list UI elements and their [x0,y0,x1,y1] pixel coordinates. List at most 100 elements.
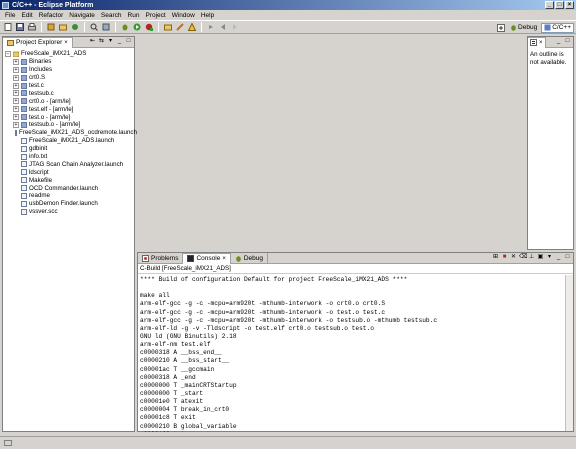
debug-perspective-button[interactable]: Debug [508,23,539,33]
tree-item[interactable]: JTAG Scan Chain Analyzer.launch [5,160,134,168]
tree-item-label: vssver.scc [29,208,58,216]
menu-window[interactable]: Window [169,12,198,19]
pencil-icon[interactable] [175,22,185,32]
tab-debug[interactable]: Debug [231,252,268,264]
tree-item[interactable]: info.txt [5,153,134,161]
tree-item[interactable]: readme [5,192,134,200]
file-icon [21,169,27,176]
tree-item[interactable]: OCD Commander.launch [5,184,134,192]
close-tab-icon[interactable]: × [64,40,68,46]
debug-icon[interactable] [120,22,130,32]
tree-item[interactable]: + test.elf - [arm/le] [5,105,134,113]
expand-toggle-icon[interactable]: + [13,66,19,73]
print-icon[interactable] [27,22,37,32]
expand-toggle-icon[interactable]: + [13,114,19,121]
tree-item[interactable]: + crt0.S [5,74,134,82]
tab-console[interactable]: Console × [183,252,231,264]
tree-item[interactable]: + crt0.o - [arm/le] [5,97,134,105]
tree-item[interactable]: + testsub.o - [arm/le] [5,121,134,129]
console-output[interactable]: **** Build of configuration Default for … [138,274,573,432]
open-perspective-icon[interactable] [496,23,506,33]
annotation-icon[interactable] [187,22,197,32]
next-annotation-icon[interactable] [206,22,216,32]
console-line: arm-elf-nm test.elf [140,341,211,349]
maximize-view-icon[interactable]: □ [564,38,571,45]
menu-project[interactable]: Project [142,12,168,19]
menu-help[interactable]: Help [198,12,217,19]
open-console-icon[interactable]: ▾ [546,254,553,261]
menu-file[interactable]: File [2,12,18,19]
tree-item[interactable]: FreeScale_iMX21_ADS.launch [5,137,134,145]
project-node[interactable]: − FreeScale_iMX21_ADS [5,50,134,58]
maximize-view-icon[interactable]: □ [564,254,571,261]
expand-toggle-icon[interactable]: + [13,98,19,105]
project-explorer-view: Project Explorer × ⇤ ⇆ ▾ _ □ − FreeScale… [2,36,137,432]
collapse-toggle-icon[interactable]: − [5,50,11,57]
new-project-icon[interactable] [58,22,68,32]
minimize-view-icon[interactable]: _ [555,38,562,45]
forward-icon[interactable] [230,22,240,32]
menu-run[interactable]: Run [125,12,143,19]
tree-item[interactable]: Makefile [5,176,134,184]
console-scrollbar[interactable] [565,275,573,431]
tree-item[interactable]: vssver.scc [5,208,134,216]
display-console-icon[interactable]: ▣ [537,254,544,261]
back-icon[interactable] [218,22,228,32]
new-class-icon[interactable] [70,22,80,32]
scroll-lock-icon[interactable]: ⊞ [492,254,499,261]
tree-item[interactable]: + Binaries [5,58,134,66]
tree-item[interactable]: + testsub.c [5,89,134,97]
expand-toggle-icon[interactable]: + [13,58,19,65]
console-line: c0000160 t inc_var [140,431,573,432]
collapse-all-icon[interactable]: ⇤ [89,38,96,45]
close-tab-icon[interactable]: × [539,40,543,46]
link-editor-icon[interactable]: ⇆ [98,38,105,45]
minimize-button[interactable]: _ [545,1,554,9]
expand-toggle-icon[interactable]: + [13,106,19,113]
expand-toggle-icon[interactable]: + [13,74,19,81]
close-tab-icon[interactable]: × [222,256,226,262]
external-tools-icon[interactable] [144,22,154,32]
console-view: Problems Console × Debug ⊞ ■ ✕ ⌫ ⊥ ▣ ▾ _… [137,252,574,432]
menu-refactor[interactable]: Refactor [36,12,67,19]
search-icon[interactable] [89,22,99,32]
remove-launch-icon[interactable]: ✕ [510,254,517,261]
tree-item[interactable]: ldscript [5,168,134,176]
maximize-view-icon[interactable]: □ [125,38,132,45]
terminate-icon[interactable]: ■ [501,254,508,261]
menu-search[interactable]: Search [98,12,125,19]
run-icon[interactable] [132,22,142,32]
expand-toggle-icon[interactable]: + [13,82,19,89]
pin-console-icon[interactable]: ⊥ [528,254,535,261]
close-button[interactable]: × [565,1,574,9]
maximize-button[interactable]: □ [555,1,564,9]
open-folder-icon[interactable] [163,22,173,32]
file-icon [21,200,27,207]
menu-navigate[interactable]: Navigate [66,12,98,19]
tree-item[interactable]: + Includes [5,66,134,74]
minimize-view-icon[interactable]: _ [555,254,562,261]
menu-edit[interactable]: Edit [18,12,35,19]
tree-item-label: ldscript [29,168,49,176]
open-type-icon[interactable] [101,22,111,32]
expand-toggle-icon[interactable]: + [13,121,19,128]
tree-item[interactable]: gdbinit [5,145,134,153]
tab-project-explorer[interactable]: Project Explorer × [3,36,73,48]
tab-outline[interactable]: × [528,36,546,48]
tab-console-label: Console [196,255,221,262]
new-icon[interactable] [3,22,13,32]
tree-item[interactable]: FreeScale_iMX21_ADS_ocdremote.launch [5,129,137,137]
view-menu-icon[interactable]: ▾ [107,38,114,45]
tab-problems[interactable]: Problems [138,252,184,264]
tree-item[interactable]: + test.c [5,82,134,90]
cpp-perspective-button[interactable]: C/C++ [541,22,574,33]
fast-view-icon[interactable] [4,440,12,446]
build-icon[interactable] [46,22,56,32]
minimize-view-icon[interactable]: _ [116,38,123,45]
tree-item[interactable]: usbDemon Finder.launch [5,200,134,208]
save-icon[interactable] [15,22,25,32]
tree-item[interactable]: + test.o - [arm/le] [5,113,134,121]
expand-toggle-icon[interactable]: + [13,90,19,97]
clear-console-icon[interactable]: ⌫ [519,254,527,261]
console-line: c0000004 T break_in_crt0 [140,406,230,414]
